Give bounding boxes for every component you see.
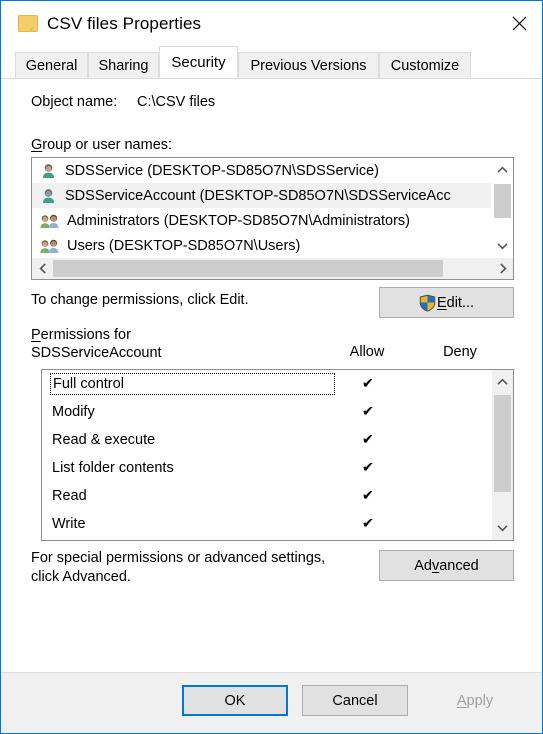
user-rows: SDSService (DESKTOP-SD85O7N\SDSService) … — [32, 158, 492, 258]
tab-previous-versions-label: Previous Versions — [250, 57, 367, 74]
advanced-rest: anced — [439, 557, 479, 574]
chevron-up-icon[interactable] — [492, 158, 513, 182]
permissions-vertical-scrollbar[interactable] — [492, 370, 513, 540]
table-row[interactable]: Modify ✔ — [42, 398, 513, 426]
scrollbar-thumb[interactable] — [494, 395, 511, 492]
permission-name: Full control — [50, 373, 335, 395]
tab-general-label: General — [25, 57, 78, 74]
tab-previous-versions[interactable]: Previous Versions — [238, 52, 379, 78]
allow-checkmark-icon[interactable]: ✔ — [341, 432, 395, 448]
advanced-hint-text: For special permissions or advanced sett… — [31, 549, 325, 587]
advanced-hint-line1: For special permissions or advanced sett… — [31, 550, 326, 566]
allow-checkmark-icon[interactable]: ✔ — [341, 516, 395, 532]
object-name-value: C:\CSV files — [137, 94, 216, 110]
apply-accel: A — [456, 692, 467, 709]
list-item-label: SDSServiceAccount (DESKTOP-SD85O7N\SDSSe… — [65, 187, 451, 204]
table-row[interactable]: Read ✔ — [42, 482, 513, 510]
edit-rest: dit... — [446, 294, 475, 311]
tab-customize-label: Customize — [390, 57, 460, 74]
permission-name: Read — [52, 488, 87, 504]
group-icon — [40, 214, 59, 228]
uac-shield-icon — [419, 294, 436, 312]
permission-name: Read & execute — [52, 432, 156, 448]
permissions-accel: P — [31, 327, 41, 343]
object-name-label: Object name: — [31, 94, 118, 110]
list-item-label: Administrators (DESKTOP-SD85O7N\Administ… — [67, 212, 410, 229]
folder-icon — [18, 15, 38, 32]
group-label-accel: G — [31, 137, 43, 153]
permissions-for-label: Permissions for SDSServiceAccount — [31, 326, 162, 362]
advanced-button-label: Advanced — [414, 558, 479, 574]
users-horizontal-scrollbar[interactable] — [32, 258, 513, 279]
chevron-down-icon[interactable] — [492, 516, 513, 540]
permissions-for-principal: SDSServiceAccount — [31, 345, 162, 361]
table-row[interactable]: Read & execute ✔ — [42, 426, 513, 454]
advanced-button[interactable]: Advanced — [379, 550, 514, 581]
allow-checkmark-icon[interactable]: ✔ — [341, 460, 395, 476]
title-bar: CSV files Properties — [1, 1, 542, 46]
users-vertical-scrollbar[interactable] — [491, 158, 513, 258]
column-header-allow: Allow — [349, 344, 385, 360]
ok-button[interactable]: OK — [182, 685, 288, 716]
apply-button-label: Apply — [457, 693, 493, 709]
user-icon — [43, 189, 54, 203]
list-item[interactable]: SDSServiceAccount (DESKTOP-SD85O7N\SDSSe… — [32, 183, 492, 208]
properties-dialog: CSV files Properties General Sharing Sec… — [0, 0, 543, 734]
allow-checkmark-icon[interactable]: ✔ — [341, 488, 395, 504]
table-row[interactable]: Full control ✔ — [42, 370, 513, 398]
object-name-row: Object name: C:\CSV files — [31, 94, 215, 110]
table-row[interactable]: List folder contents ✔ — [42, 454, 513, 482]
tab-security-label: Security — [171, 53, 226, 71]
permission-name: Modify — [52, 404, 95, 420]
list-item[interactable]: Users (DESKTOP-SD85O7N\Users) — [32, 233, 492, 258]
group-icon — [40, 239, 59, 253]
apply-rest: pply — [466, 692, 494, 709]
table-row[interactable]: Write ✔ — [42, 510, 513, 538]
group-label-rest: roup or user names: — [42, 137, 173, 153]
window-title: CSV files Properties — [47, 13, 202, 33]
tab-general[interactable]: General — [15, 52, 88, 78]
user-icon — [43, 164, 54, 178]
edit-accel: E — [436, 294, 447, 311]
close-icon[interactable] — [496, 1, 542, 45]
chevron-right-icon[interactable] — [492, 258, 513, 279]
list-item[interactable]: SDSService (DESKTOP-SD85O7N\SDSService) — [32, 158, 492, 183]
list-item[interactable]: Administrators (DESKTOP-SD85O7N\Administ… — [32, 208, 492, 233]
edit-button-label: Edit... — [437, 295, 474, 311]
permission-name: Write — [52, 516, 86, 532]
tab-security[interactable]: Security — [159, 46, 238, 78]
list-item-label: SDSService (DESKTOP-SD85O7N\SDSService) — [65, 162, 379, 179]
advanced-pre: Ad — [414, 557, 432, 574]
scrollbar-thumb[interactable] — [53, 260, 443, 277]
tab-strip: General Sharing Security Previous Versio… — [1, 46, 542, 78]
allow-checkmark-icon[interactable]: ✔ — [341, 376, 395, 392]
chevron-left-icon[interactable] — [32, 258, 53, 279]
group-or-user-names-label: Group or user names: — [31, 137, 172, 153]
chevron-up-icon[interactable] — [492, 370, 513, 394]
edit-button[interactable]: Edit... — [379, 287, 514, 318]
change-permissions-text: To change permissions, click Edit. — [31, 292, 249, 308]
advanced-hint-line2: click Advanced. — [31, 569, 131, 585]
cancel-button[interactable]: Cancel — [302, 685, 408, 716]
column-header-deny: Deny — [443, 344, 477, 360]
chevron-down-icon[interactable] — [492, 234, 513, 258]
permissions-list[interactable]: Full control ✔ Modify ✔ Read & execute ✔… — [41, 369, 514, 541]
tab-customize[interactable]: Customize — [379, 52, 471, 78]
permission-name: List folder contents — [52, 460, 174, 476]
group-or-user-names-list[interactable]: SDSService (DESKTOP-SD85O7N\SDSService) … — [31, 157, 514, 280]
tab-sharing[interactable]: Sharing — [88, 52, 159, 78]
tab-sharing-label: Sharing — [98, 57, 149, 74]
permissions-rest: ermissions for — [40, 327, 131, 343]
list-item-label: Users (DESKTOP-SD85O7N\Users) — [67, 237, 301, 254]
ok-button-label: OK — [224, 692, 246, 709]
dialog-footer: OK Cancel Apply — [1, 672, 542, 733]
scrollbar-thumb[interactable] — [494, 184, 511, 218]
cancel-button-label: Cancel — [332, 692, 378, 709]
apply-button: Apply — [422, 685, 528, 716]
security-tab-panel: Object name: C:\CSV files Group or user … — [1, 78, 542, 672]
allow-checkmark-icon[interactable]: ✔ — [341, 404, 395, 420]
